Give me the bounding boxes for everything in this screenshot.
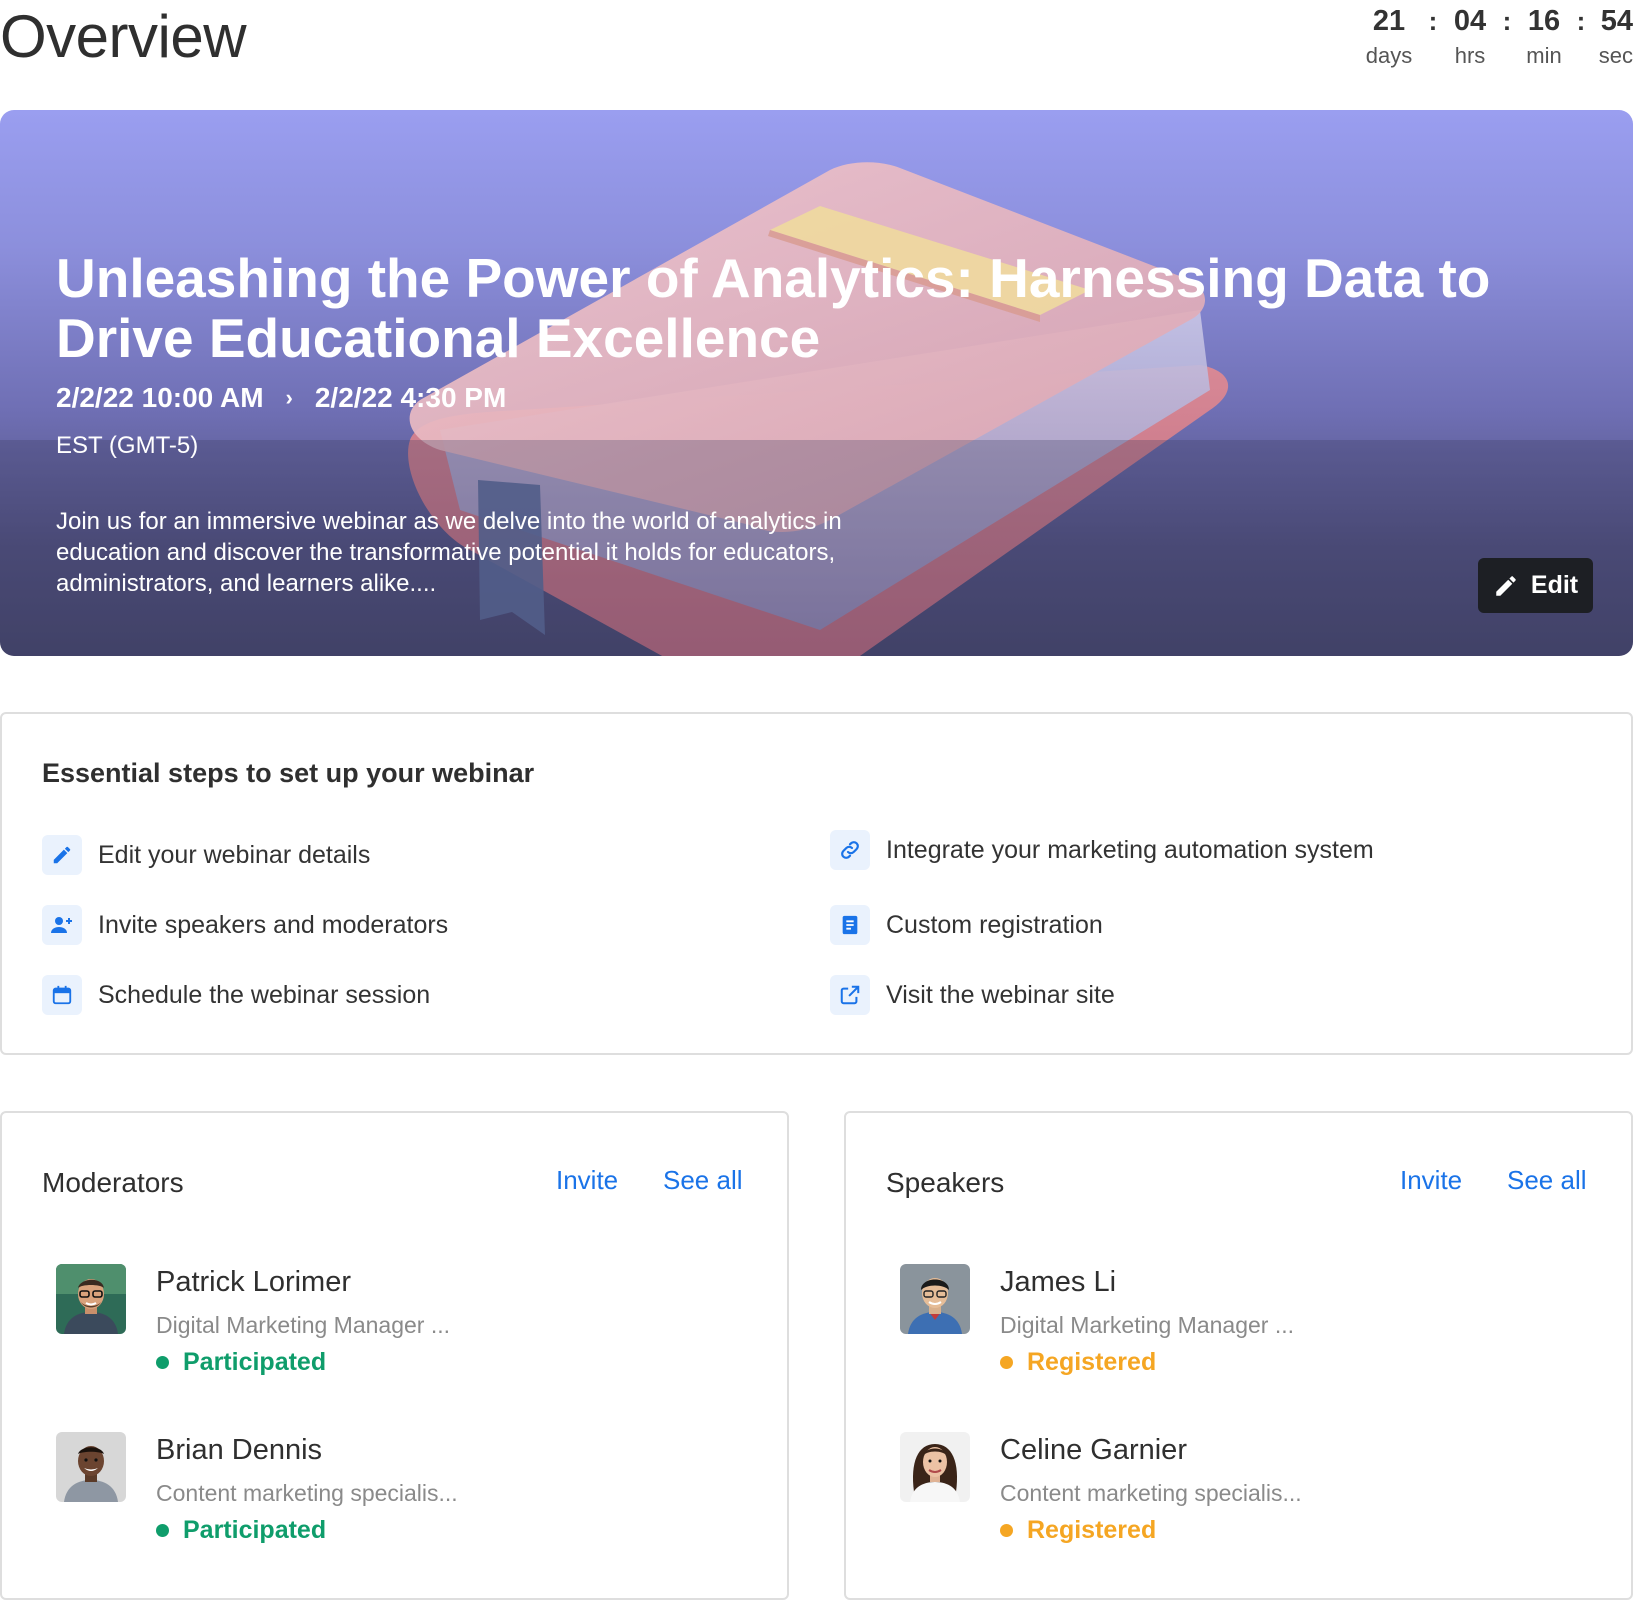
status-label: Participated	[183, 1516, 327, 1544]
step-visit-site[interactable]: Visit the webinar site	[830, 975, 1115, 1015]
status-label: Participated	[183, 1348, 327, 1376]
pencil-icon	[42, 835, 82, 875]
step-invite-speakers[interactable]: Invite speakers and moderators	[42, 905, 448, 945]
person-role: Content marketing specialis...	[156, 1480, 458, 1506]
status-dot	[1000, 1356, 1013, 1369]
pencil-icon	[1496, 575, 1516, 596]
chevron-right-icon: ›	[285, 385, 293, 410]
add-user-icon	[42, 905, 82, 945]
edit-button-label: Edit	[1530, 571, 1579, 599]
status-dot	[156, 1356, 169, 1369]
status-badge: Registered	[1000, 1348, 1156, 1377]
status-badge: Participated	[156, 1516, 326, 1545]
countdown-seconds: 54 sec	[1593, 4, 1633, 74]
setup-steps-card: Essential steps to set up your webinar E…	[0, 712, 1633, 1055]
status-dot	[1000, 1524, 1013, 1537]
webinar-description: Join us for an immersive webinar as we d…	[56, 508, 842, 597]
moderators-card: Moderators Invite See all Patrick Lorime…	[0, 1111, 789, 1600]
page-title: Overview	[0, 3, 247, 70]
step-integrate-marketing[interactable]: Integrate your marketing automation syst…	[830, 830, 1374, 870]
countdown-minutes: 16 min	[1519, 4, 1569, 74]
calendar-icon	[42, 975, 82, 1015]
person-role: Content marketing specialis...	[1000, 1480, 1302, 1506]
invite-moderator-link[interactable]: Invite	[556, 1165, 618, 1196]
speakers-title: Speakers	[886, 1167, 1005, 1198]
countdown-separator: :	[1576, 6, 1586, 36]
countdown-seconds-label: sec	[1598, 43, 1633, 68]
countdown-days-value: 21	[1372, 5, 1406, 37]
person-role: Digital Marketing Manager ...	[1000, 1312, 1295, 1338]
speakers-card: Speakers Invite See all James Li Digital…	[844, 1111, 1633, 1600]
countdown-minutes-label: min	[1526, 43, 1562, 68]
avatar	[56, 1264, 126, 1334]
step-label: Schedule the webinar session	[98, 980, 431, 1009]
start-datetime: 2/2/22 10:00 AM	[56, 382, 264, 413]
person-name: James Li	[1000, 1266, 1117, 1298]
edit-button[interactable]: Edit	[1478, 558, 1593, 613]
step-label: Invite speakers and moderators	[98, 910, 449, 939]
countdown-hours-value: 04	[1453, 5, 1487, 37]
avatar	[900, 1432, 970, 1502]
step-label: Visit the webinar site	[886, 980, 1115, 1009]
external-link-icon	[830, 975, 870, 1015]
countdown-seconds-value: 54	[1600, 5, 1633, 37]
person-name: Celine Garnier	[1000, 1434, 1187, 1466]
status-badge: Registered	[1000, 1516, 1156, 1545]
setup-steps-title: Essential steps to set up your webinar	[42, 758, 535, 788]
moderators-title: Moderators	[42, 1167, 184, 1198]
step-edit-details[interactable]: Edit your webinar details	[42, 835, 370, 875]
status-label: Registered	[1027, 1516, 1157, 1544]
step-custom-registration[interactable]: Custom registration	[830, 905, 1103, 945]
countdown-hours-label: hrs	[1454, 43, 1486, 68]
form-icon	[830, 905, 870, 945]
see-all-moderators-link[interactable]: See all	[663, 1165, 743, 1196]
person-name: Brian Dennis	[156, 1434, 323, 1466]
webinar-dates: 2/2/22 10:00 AM › 2/2/22 4:30 PM	[56, 382, 506, 414]
status-dot	[156, 1524, 169, 1537]
link-icon	[830, 830, 870, 870]
invite-speaker-link[interactable]: Invite	[1400, 1165, 1462, 1196]
step-schedule-session[interactable]: Schedule the webinar session	[42, 975, 430, 1015]
countdown-minutes-value: 16	[1527, 5, 1561, 37]
avatar	[56, 1432, 126, 1502]
end-datetime: 2/2/22 4:30 PM	[314, 382, 507, 413]
hero-banner: Unleashing the Power of Analytics: Harne…	[0, 110, 1633, 656]
step-label: Custom registration	[886, 910, 1103, 939]
countdown-hours: 04 hrs	[1445, 4, 1495, 74]
person-name: Patrick Lorimer	[156, 1266, 351, 1298]
countdown-separator: :	[1502, 6, 1512, 36]
status-badge: Participated	[156, 1348, 326, 1377]
step-label: Edit your webinar details	[98, 840, 371, 869]
countdown-days-label: days	[1365, 43, 1413, 68]
countdown-separator: :	[1428, 6, 1438, 36]
countdown-timer: 21 days : 04 hrs : 16 min : 54 sec	[1357, 4, 1633, 74]
webinar-title: Unleashing the Power of Analytics: Harne…	[56, 247, 1491, 369]
timezone: EST (GMT-5)	[56, 432, 199, 459]
see-all-speakers-link[interactable]: See all	[1507, 1165, 1587, 1196]
person-role: Digital Marketing Manager ...	[156, 1312, 451, 1338]
status-label: Registered	[1027, 1348, 1157, 1376]
avatar	[900, 1264, 970, 1334]
step-label: Integrate your marketing automation syst…	[886, 835, 1374, 864]
countdown-days: 21 days	[1357, 4, 1421, 74]
